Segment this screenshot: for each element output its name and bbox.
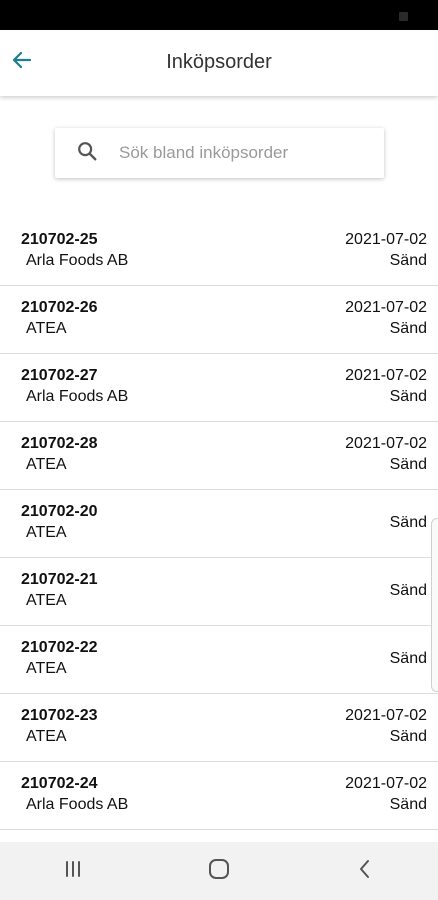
order-number: 210702-26: [21, 299, 98, 316]
order-number: 210702-27: [21, 367, 98, 384]
order-list: 210702-25 Arla Foods AB 2021-07-02 Sänd …: [0, 218, 438, 830]
page-title: Inköpsorder: [166, 51, 272, 73]
list-item[interactable]: 210702-22 ATEA Sänd: [0, 626, 438, 694]
order-status: Sänd: [389, 728, 427, 745]
order-date: 2021-07-02: [345, 299, 427, 316]
order-date: 2021-07-02: [345, 775, 427, 792]
order-supplier: Arla Foods AB: [26, 796, 129, 813]
order-supplier: ATEA: [26, 728, 67, 745]
system-nav-bar: [0, 842, 438, 900]
order-number: 210702-21: [21, 571, 98, 588]
order-supplier: ATEA: [26, 524, 67, 541]
list-item[interactable]: 210702-28 ATEA 2021-07-02 Sänd: [0, 422, 438, 490]
recents-button[interactable]: [43, 851, 103, 891]
list-item[interactable]: 210702-26 ATEA 2021-07-02 Sänd: [0, 286, 438, 354]
list-item[interactable]: 210702-25 Arla Foods AB 2021-07-02 Sänd: [0, 218, 438, 286]
order-number: 210702-24: [21, 775, 98, 792]
order-number: 210702-22: [21, 639, 98, 656]
edge-panel-handle[interactable]: [431, 518, 438, 692]
search-box[interactable]: [55, 128, 384, 178]
home-icon: [207, 857, 231, 886]
order-number: 210702-25: [21, 231, 98, 248]
order-status: Sänd: [389, 252, 427, 269]
list-item[interactable]: 210702-27 Arla Foods AB 2021-07-02 Sänd: [0, 354, 438, 422]
status-indicator-icon: [399, 12, 408, 21]
order-date: 2021-07-02: [345, 367, 427, 384]
order-date: 2021-07-02: [345, 231, 427, 248]
order-number: 210702-28: [21, 435, 98, 452]
list-item[interactable]: 210702-21 ATEA Sänd: [0, 558, 438, 626]
list-item[interactable]: 210702-24 Arla Foods AB 2021-07-02 Sänd: [0, 762, 438, 830]
order-supplier: ATEA: [26, 592, 67, 609]
list-item[interactable]: 210702-20 ATEA Sänd: [0, 490, 438, 558]
order-status: Sänd: [389, 514, 427, 531]
order-status: Sänd: [389, 456, 427, 473]
order-date: 2021-07-02: [345, 435, 427, 452]
order-supplier: Arla Foods AB: [26, 252, 129, 269]
order-status: Sänd: [389, 320, 427, 337]
order-supplier: ATEA: [26, 320, 67, 337]
order-number: 210702-23: [21, 707, 98, 724]
status-bar: [0, 0, 438, 30]
search-icon: [76, 140, 98, 167]
order-supplier: ATEA: [26, 456, 67, 473]
order-supplier: ATEA: [26, 660, 67, 677]
search-input[interactable]: [119, 143, 369, 163]
recents-icon: [62, 859, 84, 884]
app-bar: Inköpsorder: [0, 30, 438, 96]
chevron-left-icon: [355, 858, 375, 885]
list-item[interactable]: 210702-23 ATEA 2021-07-02 Sänd: [0, 694, 438, 762]
order-date: 2021-07-02: [345, 707, 427, 724]
nav-back-button[interactable]: [335, 851, 395, 891]
order-status: Sänd: [389, 388, 427, 405]
order-status: Sänd: [389, 582, 427, 599]
order-supplier: Arla Foods AB: [26, 388, 129, 405]
order-status: Sänd: [389, 650, 427, 667]
order-status: Sänd: [389, 796, 427, 813]
home-button[interactable]: [189, 851, 249, 891]
order-number: 210702-20: [21, 503, 98, 520]
